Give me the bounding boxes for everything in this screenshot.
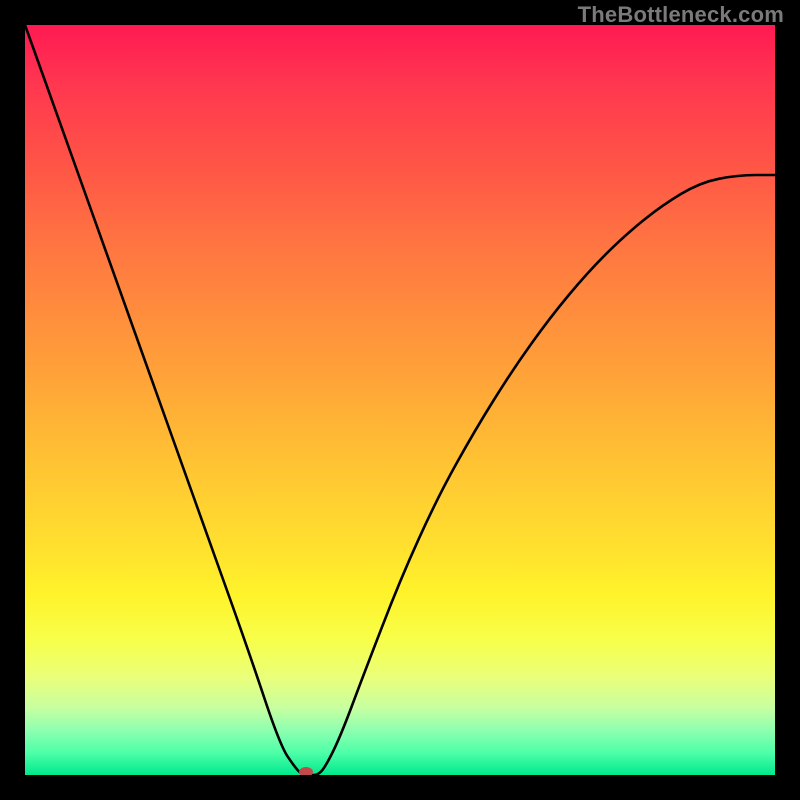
chart-frame: TheBottleneck.com xyxy=(0,0,800,800)
minimum-marker xyxy=(299,767,313,775)
plot-area xyxy=(25,25,775,775)
curve-svg xyxy=(25,25,775,775)
watermark-text: TheBottleneck.com xyxy=(578,2,784,28)
bottleneck-curve-path xyxy=(25,25,775,775)
